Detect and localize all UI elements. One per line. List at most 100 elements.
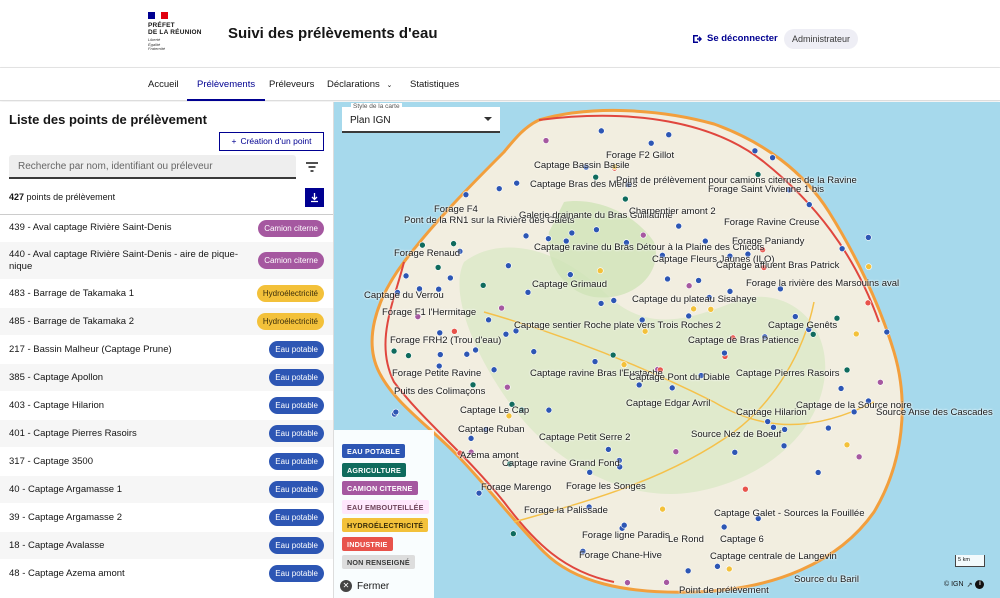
map-point-label[interactable]: Le Rond (668, 534, 704, 545)
list-item[interactable]: 385 - Captage Apollon Eau potable (0, 364, 333, 392)
map-attribution[interactable]: © IGN ↗ i (944, 580, 985, 589)
map-marker (864, 299, 872, 307)
map-point-label[interactable]: Captage 6 (720, 534, 764, 545)
map-marker (524, 289, 532, 296)
usage-badge: Eau potable (269, 453, 324, 470)
list-item[interactable]: 48 - Captage Azema amont Eau potable (0, 560, 333, 588)
map-point-label[interactable]: Forage les Songes (566, 481, 646, 492)
map-point-label[interactable]: Captage Grimaud (532, 279, 607, 290)
search-input[interactable]: Recherche par nom, identifiant ou prélev… (9, 155, 296, 179)
map-point-label[interactable]: Captage Genêts (768, 320, 837, 331)
map-marker (597, 300, 605, 307)
map-point-label[interactable]: Captage Pierres Rasoirs (736, 368, 840, 379)
download-button[interactable] (305, 188, 324, 207)
map-point-label[interactable]: Captage de Bras Patience (688, 335, 799, 346)
map-point-label[interactable]: Captage du Verrou (364, 290, 444, 301)
map-point-label[interactable]: Captage Galet - Sources la Fouillée (714, 508, 865, 519)
list-item[interactable]: 485 - Barrage de Takamaka 2 Hydroélectric… (0, 308, 333, 336)
map-point-label[interactable]: Forage FRH2 (Trou d'eau) (390, 335, 501, 346)
map-marker (843, 441, 851, 449)
list-item[interactable]: 403 - Captage Hilarion Eau potable (0, 392, 333, 420)
map-point-label[interactable]: Point de prélèvement (679, 585, 769, 596)
map-point-label[interactable]: Forage Chane-Hive (579, 550, 662, 561)
usage-badge: Camion citerne (258, 219, 324, 237)
external-link-icon: ↗ (966, 581, 973, 589)
usage-badge: Eau potable (269, 481, 324, 498)
map-point-label[interactable]: Forage Ravine Creuse (724, 217, 820, 228)
map-point-label[interactable]: Forage Renaud (394, 248, 460, 259)
prefecture-logo[interactable]: PRÉFET DE LA RÉUNION Liberté Égalité Fra… (148, 12, 218, 52)
map-marker (685, 282, 693, 290)
usage-badge: Eau potable (269, 509, 324, 526)
map-point-label[interactable]: Captage Hilarion (736, 407, 807, 418)
filter-icon[interactable] (305, 160, 319, 174)
list-item[interactable]: 217 - Bassin Malheur (Captage Prune) Eau … (0, 336, 333, 364)
list-item[interactable]: 18 - Captage Avalasse Eau potable (0, 532, 333, 560)
map-point-label[interactable]: Forage F4 (434, 204, 478, 215)
map-point-label[interactable]: Captage Petit Serre 2 (539, 432, 630, 443)
map-marker (805, 201, 813, 208)
logout-label: Se déconnecter (707, 33, 778, 44)
list-item[interactable]: 440 - Aval captage Rivière Saint-Denis -… (0, 242, 333, 280)
map-point-label[interactable]: Forage F2 Gillot (606, 150, 674, 161)
map-point-label[interactable]: Forage F1 l'Hermitage (382, 307, 476, 318)
map-marker (624, 579, 631, 586)
info-icon[interactable]: i (975, 580, 985, 589)
map-point-label[interactable]: Forage Saint Vivienne 1 bis (708, 184, 824, 195)
map-marker (437, 351, 444, 358)
list-item[interactable]: 483 - Barrage de Takamaka 1 Hydroélectric… (0, 280, 333, 308)
site-title[interactable]: Suivi des prélèvements d'eau (228, 25, 438, 42)
map-point-label[interactable]: Captage Le Cap (460, 405, 529, 416)
map-marker (647, 139, 655, 147)
usage-badge: Eau potable (269, 425, 324, 442)
map-point-label[interactable]: Source du Baril (794, 574, 859, 585)
map-point-label[interactable]: Captage centrale de Langevin (710, 551, 837, 562)
map-point-label[interactable]: Captage ravine Grand Fond (502, 458, 620, 469)
create-point-button[interactable]: + Création d'un point (219, 132, 324, 151)
close-legend-button[interactable]: ✕ Fermer (340, 580, 389, 592)
logout-button[interactable]: Se déconnecter (692, 33, 778, 44)
map-point-label[interactable]: Forage ligne Paradis (582, 530, 670, 541)
map-style-value: Plan IGN (350, 115, 391, 126)
nav-accueil[interactable]: Accueil (148, 68, 179, 101)
list-item[interactable]: 317 - Captage 3500 Eau potable (0, 448, 333, 476)
map-style-label: Style de la carte (351, 103, 402, 110)
map-point-label[interactable]: Captage affluent Bras Patrick (716, 260, 839, 271)
map-marker (598, 127, 605, 135)
map-point-label[interactable]: Forage la rivière des Marsouins aval (746, 278, 899, 289)
map-style-select[interactable]: Style de la carte Plan IGN (342, 103, 500, 133)
map-point-label[interactable]: Forage la Palissade (524, 505, 608, 516)
map-point-label[interactable]: Captage Bassin Basile (534, 160, 630, 171)
map-point-label[interactable]: Puits des Colimaçons (394, 386, 485, 397)
map-point-label[interactable]: Azema amont (460, 450, 519, 461)
list-item[interactable]: 39 - Captage Argamasse 2 Eau potable (0, 504, 333, 532)
list-item[interactable]: 401 - Captage Pierres Rasoirs Eau potable (0, 420, 333, 448)
nav-declarations[interactable]: Déclarations ⌄ (327, 68, 392, 101)
legend-item: INDUSTRIE (342, 536, 393, 551)
usage-badge: Camion citerne (258, 252, 324, 269)
nav-prelevements[interactable]: Prélèvements (187, 68, 266, 101)
list-item[interactable]: 40 - Captage Argamasse 1 Eau potable (0, 476, 333, 504)
map-point-label[interactable]: Source Anse des Cascades (876, 407, 993, 418)
map-marker (639, 231, 647, 239)
map-marker (467, 435, 475, 442)
map-point-label[interactable]: Forage Petite Ravine (392, 368, 481, 379)
map-point-label[interactable]: Captage du plateau Sisahaye (632, 294, 757, 305)
map-point-label[interactable]: Captage Ruban (458, 424, 525, 435)
map-marker (498, 304, 505, 312)
map-point-label[interactable]: Captage ravine du Bras Détour à la Plain… (534, 242, 764, 253)
close-legend-label: Fermer (357, 580, 390, 592)
map-point-label[interactable]: Source Nez de Boeuf (691, 429, 781, 440)
nav-statistiques[interactable]: Statistiques (410, 68, 459, 101)
map-point-label[interactable]: Captage sentier Roche plate vers Trois R… (514, 320, 721, 331)
map-point-label[interactable]: Captage Pont du Diable (629, 372, 730, 383)
points-sidebar: Liste des points de prélèvement + Créatio… (0, 102, 334, 598)
map-point-label[interactable]: Forage Paniandy (732, 236, 804, 247)
map-marker (545, 235, 552, 242)
list-item[interactable]: 439 - Aval captage Rivière Saint-Denis Ca… (0, 215, 333, 242)
map-marker (610, 297, 618, 304)
map-point-label[interactable]: Captage Edgar Avril (626, 398, 710, 409)
map-point-label[interactable]: Charpentier amont 2 (629, 206, 716, 217)
nav-preleveurs[interactable]: Préleveurs (269, 68, 314, 101)
map-point-label[interactable]: Forage Marengo (481, 482, 551, 493)
